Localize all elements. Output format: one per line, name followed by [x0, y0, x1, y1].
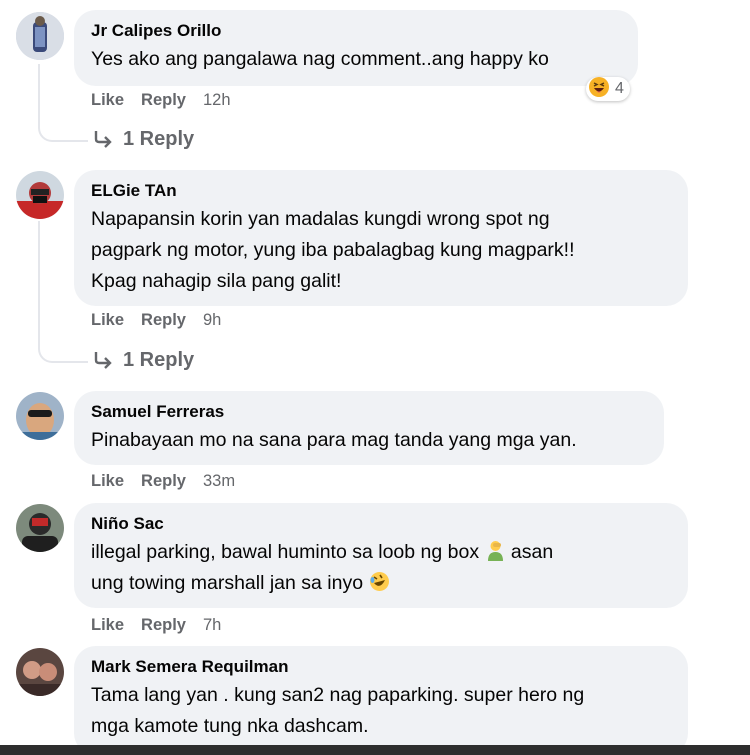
- comment-text-line: pagpark ng motor, yung iba pabalagbag ku…: [91, 239, 575, 261]
- reply-button[interactable]: Reply: [141, 89, 186, 111]
- comment-text-segment: asan: [510, 541, 554, 563]
- thread-line: [38, 64, 40, 122]
- rolling-laughing-icon: [369, 572, 389, 591]
- comment-text-line: Kpag nahagip sila pang galit!: [91, 270, 342, 292]
- comment-timestamp[interactable]: 7h: [203, 614, 221, 636]
- thread-connector: [38, 122, 88, 142]
- comment-text-line: Napapansin korin yan madalas kungdi wron…: [91, 208, 550, 230]
- comment-text-segment: illegal parking, bawal huminto sa loob n…: [91, 541, 480, 563]
- comment-timestamp[interactable]: 33m: [203, 470, 235, 492]
- comment-text-segment: ung towing marshall jan sa inyo: [91, 572, 364, 594]
- comment-text: Pinabayaan mo na sana para mag tanda yan…: [91, 429, 577, 451]
- like-button[interactable]: Like: [91, 614, 124, 636]
- comment-actions: Like Reply 9h: [91, 309, 221, 331]
- reply-arrow-icon: [94, 131, 112, 148]
- avatar-image: [16, 12, 64, 60]
- like-button[interactable]: Like: [91, 470, 124, 492]
- thread-line: [38, 221, 40, 345]
- comment-text: Napapansin korin yan madalas kungdi wron…: [91, 204, 670, 297]
- comment-bubble: ELGie TAn Napapansin korin yan madalas k…: [74, 170, 688, 306]
- comment-bubble: Samuel Ferreras Pinabayaan mo na sana pa…: [74, 391, 664, 465]
- avatar[interactable]: [16, 12, 64, 60]
- avatar[interactable]: [16, 504, 64, 552]
- comment-text: Yes ako ang pangalawa nag comment..ang h…: [91, 48, 549, 70]
- avatar-image: [16, 648, 64, 696]
- comment-actions: Like Reply 12h: [91, 89, 231, 111]
- view-replies-label: 1 Reply: [123, 128, 195, 150]
- reply-button[interactable]: Reply: [141, 309, 186, 331]
- like-button[interactable]: Like: [91, 309, 124, 331]
- person-facepalming-icon: [487, 541, 503, 561]
- taskbar-edge: [0, 745, 750, 755]
- haha-emoji-icon: [589, 77, 609, 97]
- comment-bubble: Mark Semera Requilman Tama lang yan . ku…: [74, 646, 688, 755]
- comment-timestamp[interactable]: 9h: [203, 309, 221, 331]
- view-replies-button[interactable]: 1 Reply: [93, 347, 194, 373]
- comment-bubble: Jr Calipes Orillo Yes ako ang pangalawa …: [74, 10, 638, 86]
- commenter-name[interactable]: Niño Sac: [91, 513, 670, 535]
- reaction-count[interactable]: 4: [586, 77, 630, 101]
- comment-text-line: mga kamote tung nka dashcam.: [91, 715, 369, 737]
- comment-text-line: illegal parking, bawal huminto sa loob n…: [91, 537, 670, 568]
- avatar[interactable]: [16, 392, 64, 440]
- like-button[interactable]: Like: [91, 89, 124, 111]
- reply-button[interactable]: Reply: [141, 470, 186, 492]
- reply-arrow-icon: [94, 352, 112, 369]
- avatar-image: [16, 392, 64, 440]
- comment-text-line: Tama lang yan . kung san2 nag paparking.…: [91, 684, 585, 706]
- comment-timestamp[interactable]: 12h: [203, 89, 231, 111]
- comment-text: illegal parking, bawal huminto sa loob n…: [91, 537, 670, 599]
- comment-bubble: Niño Sac illegal parking, bawal huminto …: [74, 503, 688, 608]
- avatar-image: [16, 171, 64, 219]
- avatar-image: [16, 504, 64, 552]
- commenter-name[interactable]: Mark Semera Requilman: [91, 656, 670, 678]
- thread-connector: [38, 343, 88, 363]
- avatar[interactable]: [16, 648, 64, 696]
- comment-actions: Like Reply 7h: [91, 614, 221, 636]
- reply-button[interactable]: Reply: [141, 614, 186, 636]
- commenter-name[interactable]: Jr Calipes Orillo: [91, 20, 620, 42]
- comment-text-line: ung towing marshall jan sa inyo: [91, 568, 670, 599]
- avatar[interactable]: [16, 171, 64, 219]
- comment-actions: Like Reply 33m: [91, 470, 235, 492]
- view-replies-label: 1 Reply: [123, 349, 195, 371]
- comment-text: Tama lang yan . kung san2 nag paparking.…: [91, 680, 670, 742]
- commenter-name[interactable]: ELGie TAn: [91, 180, 670, 202]
- view-replies-button[interactable]: 1 Reply: [93, 126, 194, 152]
- commenter-name[interactable]: Samuel Ferreras: [91, 401, 646, 423]
- reaction-count-value: 4: [615, 80, 624, 97]
